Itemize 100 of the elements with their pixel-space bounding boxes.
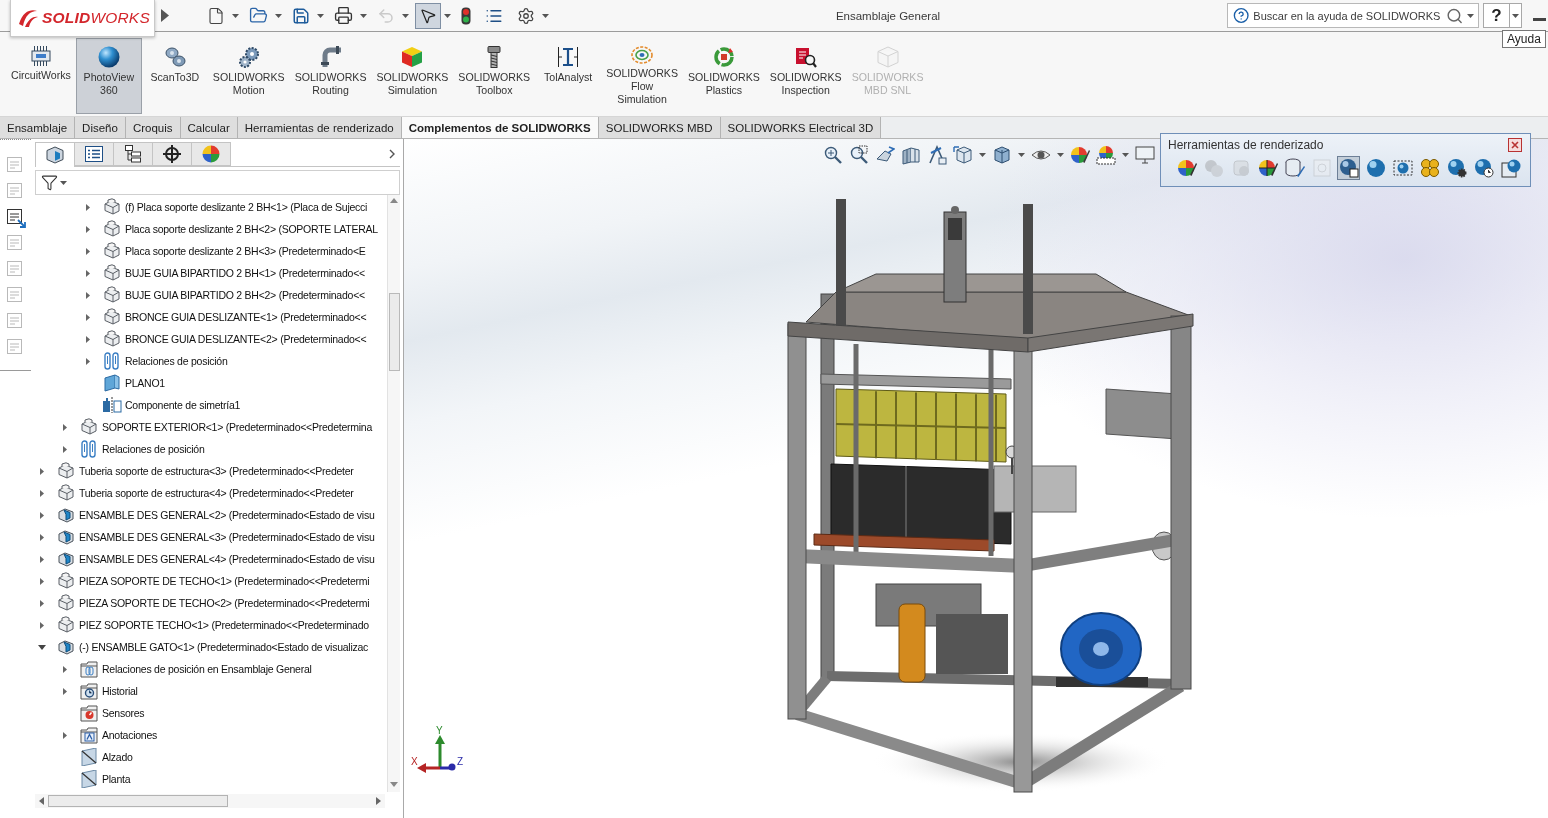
tree-item[interactable]: BUJE GUIA BIPARTIDO 2 BH<2> (Predeterminado<< [125, 289, 365, 301]
ribbon-tab[interactable]: SOLIDWORKS Electrical 3D [720, 117, 882, 138]
tree-item[interactable]: ENSAMBLE DES GENERAL<2> (Predeterminado<Estado de visu [79, 509, 375, 521]
add-in-button[interactable]: SOLIDWORKS Flow Simulation [601, 38, 683, 114]
expand-triangle-icon[interactable] [161, 9, 169, 22]
horizontal-scrollbar[interactable] [35, 794, 385, 808]
caret-down-icon[interactable] [360, 13, 367, 18]
expand-arrow-icon[interactable] [40, 467, 44, 475]
add-in-button[interactable]: SOLIDWORKS Routing [289, 38, 372, 114]
ribbon-tab[interactable]: Ensamblaje [0, 117, 76, 138]
ribbon-tab[interactable]: Croquis [125, 117, 181, 138]
tree-item[interactable]: (f) Placa soporte deslizante 2 BH<1> (Placa de Sujecci [125, 201, 368, 213]
gears-icon[interactable] [237, 46, 260, 68]
monitor-icon[interactable] [1135, 145, 1155, 165]
tree-item[interactable]: BRONCE GUIA DESLIZANTE<2> (Predeterminado<< [125, 333, 367, 345]
tree-item[interactable]: Relaciones de posición [125, 355, 228, 367]
crosshair-icon[interactable] [163, 145, 181, 163]
ring-icon[interactable] [712, 46, 735, 68]
panel-tab[interactable] [74, 142, 114, 166]
expand-arrow-icon[interactable] [40, 577, 44, 585]
tree-item[interactable]: PIEZ SOPORTE TECHO<1> (Predeterminado<<Predeterminado [79, 619, 369, 631]
view-orientation-icon[interactable] [953, 145, 973, 165]
add-in-button[interactable]: CircuitWorks [6, 38, 76, 114]
tree-item[interactable]: Placa soporte deslizante 2 BH<2> (SOPORTE LATERAL [125, 223, 378, 235]
previous-view-icon[interactable] [875, 145, 895, 165]
expand-arrow-icon[interactable] [40, 489, 44, 497]
expand-arrow-icon[interactable] [40, 533, 44, 541]
caret-down-icon[interactable] [1122, 153, 1129, 157]
hierarchy-icon[interactable] [125, 145, 141, 163]
ribbon-tab[interactable]: Diseño [75, 117, 126, 138]
add-in-button[interactable]: SOLIDWORKS Motion [207, 38, 290, 114]
caret-down-icon[interactable] [542, 13, 549, 18]
tree-item[interactable]: Tuberia soporte de estructura<3> (Predeterminado<<Predeter [79, 465, 354, 477]
expand-arrow-icon[interactable] [63, 731, 67, 739]
tree-item[interactable]: Relaciones de posición [102, 443, 205, 455]
dimension-icon[interactable] [557, 46, 580, 68]
display-style-icon[interactable] [992, 145, 1012, 165]
scroll-right-icon[interactable] [376, 797, 381, 805]
zoom-fit-icon[interactable] [823, 145, 843, 165]
document-icon[interactable] [5, 208, 26, 228]
ribbon-tab[interactable]: Calcular [180, 117, 238, 138]
add-in-button[interactable]: SOLIDWORKS Simulation [371, 38, 454, 114]
expand-arrow-icon[interactable] [86, 247, 90, 255]
cube-icon[interactable] [46, 146, 64, 164]
search-field[interactable]: Buscar en la ayuda de SOLIDWORKS [1227, 3, 1479, 28]
help-menu-button[interactable] [1510, 3, 1522, 28]
panel-tab[interactable] [152, 142, 192, 166]
tree-item[interactable]: Componente de simetría1 [125, 399, 241, 411]
caret-down-icon[interactable] [275, 13, 282, 18]
panel-tab[interactable] [113, 142, 153, 166]
caret-down-icon[interactable] [1018, 153, 1025, 157]
expand-arrow-icon[interactable] [86, 335, 90, 343]
vertical-scrollbar[interactable] [387, 195, 400, 792]
help-button[interactable]: ? [1483, 3, 1510, 28]
expand-arrow-icon[interactable] [40, 511, 44, 519]
section-view-icon[interactable] [901, 145, 921, 165]
expand-arrow-icon[interactable] [40, 621, 44, 629]
cube-icon[interactable] [401, 46, 424, 68]
list-icon[interactable] [85, 146, 103, 162]
discs-icon[interactable] [163, 46, 186, 68]
expand-arrow-icon[interactable] [63, 687, 67, 695]
tree-item[interactable]: Sensores [102, 707, 145, 719]
expand-arrow-icon[interactable] [63, 445, 67, 453]
zoom-area-icon[interactable] [849, 145, 869, 165]
add-in-button[interactable]: SOLIDWORKS Plastics [683, 38, 765, 114]
tree-item[interactable]: PLANO1 [125, 377, 165, 389]
tree-item[interactable]: Tuberia soporte de estructura<4> (Predeterminado<<Predeter [79, 487, 354, 499]
tree-item[interactable]: ENSAMBLE DES GENERAL<4> (Predeterminado<Estado de visu [79, 553, 375, 565]
filter-icon[interactable] [41, 174, 58, 191]
ribbon-tab[interactable]: SOLIDWORKS MBD [598, 117, 721, 138]
tree-item[interactable]: PIEZA SOPORTE DE TECHO<2> (Predeterminado<<Predetermi [79, 597, 370, 609]
tree-item[interactable]: Placa soporte deslizante 2 BH<3> (Predeterminado<E [125, 245, 366, 257]
tree-item[interactable]: ENSAMBLE DES GENERAL<3> (Predeterminado<Estado de visu [79, 531, 375, 543]
tree-item[interactable]: Anotaciones [102, 729, 158, 741]
caret-down-icon[interactable] [979, 153, 986, 157]
expand-arrow-icon[interactable] [86, 313, 90, 321]
add-in-button[interactable]: SOLIDWORKS Toolbox [453, 38, 536, 114]
tree-item[interactable]: BRONCE GUIA DESLIZANTE<1> (Predeterminado<< [125, 311, 367, 323]
help-circle-icon[interactable] [1233, 7, 1250, 24]
caret-down-icon[interactable] [1512, 13, 1519, 18]
scroll-left-icon[interactable] [39, 797, 44, 805]
tree-item[interactable]: PIEZA SOPORTE DE TECHO<1> (Predeterminado<<Predetermi [79, 575, 370, 587]
pipe-icon[interactable] [319, 46, 342, 68]
ribbon-tab[interactable]: Herramientas de renderizado [237, 117, 402, 138]
tree-item[interactable]: BUJE GUIA BIPARTIDO 2 BH<1> (Predeterminado<< [125, 267, 365, 279]
ribbon-tab[interactable]: Complementos de SOLIDWORKS [401, 117, 599, 138]
scroll-down-icon[interactable] [390, 782, 398, 787]
add-in-button[interactable]: PhotoView 360 [75, 38, 142, 114]
chevron-right-icon[interactable] [389, 149, 395, 159]
scroll-up-icon[interactable] [390, 198, 398, 203]
bolt-icon[interactable] [487, 46, 502, 68]
add-in-button[interactable]: SOLIDWORKS Inspection [764, 38, 847, 114]
caret-down-icon[interactable] [232, 13, 239, 18]
tree-item[interactable]: (-) ENSAMBLE GATO<1> (Predeterminado<Estado de visualizac [79, 641, 369, 653]
scrollbar-thumb[interactable] [48, 795, 228, 807]
expand-arrow-icon[interactable] [86, 291, 90, 299]
tree-item[interactable]: Historial [102, 685, 138, 697]
scene-icon[interactable] [1096, 145, 1116, 165]
scrollbar-thumb[interactable] [388, 293, 400, 371]
add-in-button[interactable]: ScanTo3D [141, 38, 208, 114]
